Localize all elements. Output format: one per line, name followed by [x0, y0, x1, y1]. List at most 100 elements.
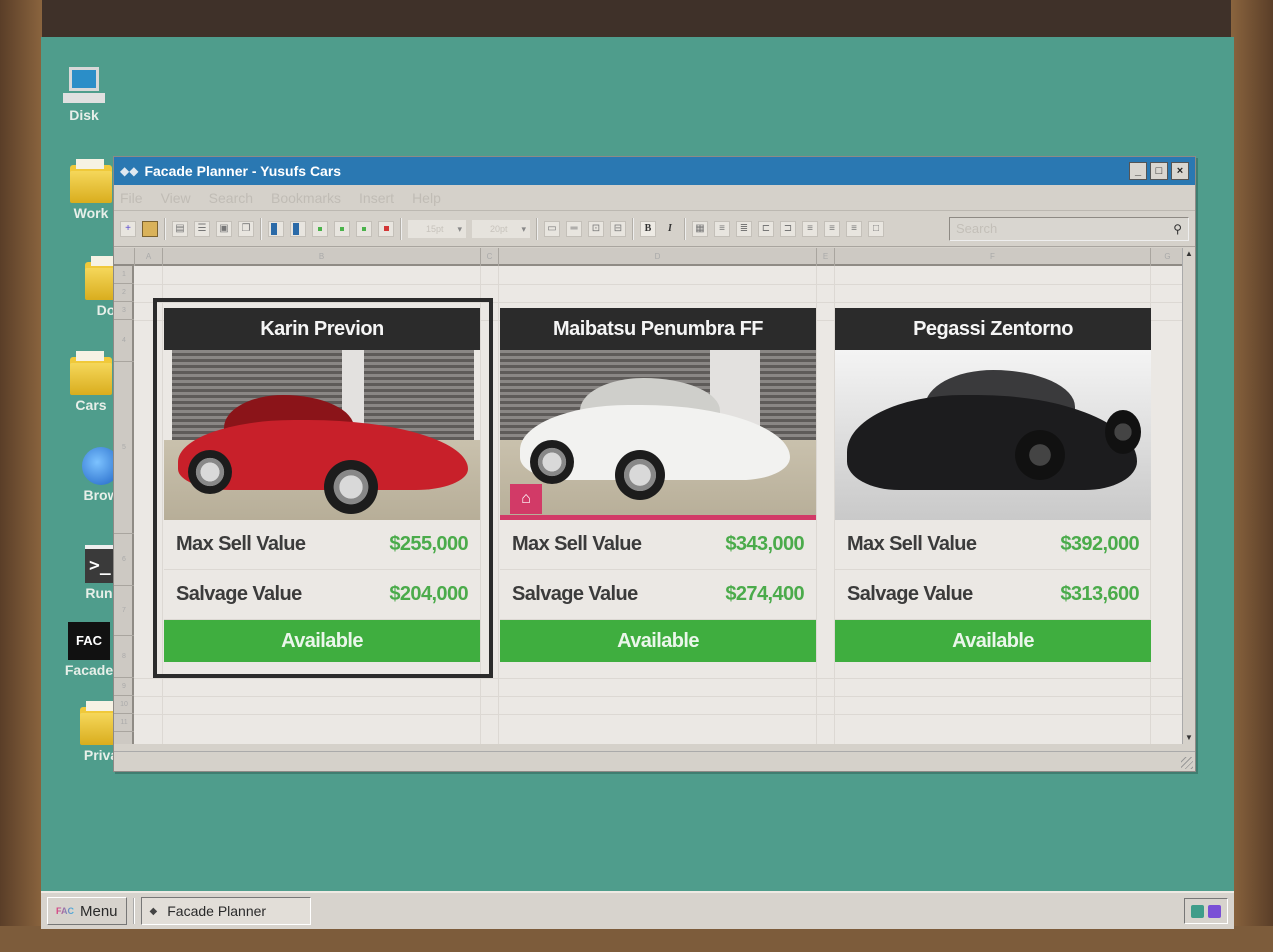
gridline — [134, 696, 1184, 697]
row-header[interactable]: 1 — [114, 266, 134, 284]
column-header-g[interactable]: G — [1150, 248, 1184, 266]
align-justify-icon[interactable]: ≣ — [736, 220, 752, 237]
network-icon[interactable] — [1191, 904, 1204, 918]
row-header[interactable]: 6 — [114, 534, 134, 586]
salvage-label: Salvage Value — [176, 583, 302, 605]
minimize-button[interactable]: _ — [1129, 162, 1147, 180]
text-box-icon[interactable]: □ — [868, 220, 884, 237]
align-left-icon[interactable]: ≡ — [714, 220, 730, 237]
max-sell-row: Max Sell Value $392,000 — [835, 520, 1151, 570]
border-horizontal-icon[interactable]: ⊟ — [610, 220, 626, 237]
column-header-b[interactable]: B — [162, 248, 480, 266]
menu-view[interactable]: View — [161, 190, 191, 206]
search-input[interactable] — [956, 221, 1174, 236]
italic-button[interactable]: I — [662, 221, 678, 237]
border-box-icon[interactable]: ▭ — [544, 220, 560, 237]
text-center-icon[interactable]: ≡ — [846, 220, 862, 237]
gridline — [816, 266, 817, 744]
paragraph-spacing-dropdown[interactable]: 20pt — [472, 219, 530, 238]
window-title: Facade Planner - Yusufs Cars — [144, 163, 342, 179]
maximize-button[interactable]: □ — [1150, 162, 1168, 180]
line-spacing-dropdown[interactable]: 15pt — [408, 219, 466, 238]
indent-left-icon[interactable]: ⊏ — [758, 220, 774, 237]
desktop-icon-disk[interactable]: Disk — [41, 67, 129, 123]
text-left-icon[interactable]: ≡ — [802, 220, 818, 237]
new-document-icon[interactable]: + — [120, 220, 136, 237]
monitor-bezel-top — [0, 0, 1273, 40]
insert-row-above-icon[interactable] — [334, 220, 350, 237]
row-header[interactable]: 10 — [114, 696, 134, 714]
column-header-e[interactable]: E — [816, 248, 834, 266]
status-badge[interactable]: Available — [835, 620, 1151, 662]
menu-help[interactable]: Help — [412, 190, 441, 206]
image-text-icon[interactable]: ▦ — [692, 220, 708, 237]
desktop-icon-label: Facade — [64, 662, 114, 678]
vertical-scrollbar[interactable]: ▲ ▼ — [1182, 248, 1195, 744]
column-header-d[interactable]: D — [498, 248, 816, 266]
max-sell-value: $343,000 — [725, 533, 804, 555]
gridline — [134, 284, 1184, 285]
row-header[interactable]: 8 — [114, 636, 134, 678]
monitor-bezel-right — [1231, 0, 1273, 952]
garage-indicator-bar — [500, 515, 816, 520]
border-outline-icon[interactable]: ⊡ — [588, 220, 604, 237]
car-card-pegassi-zentorno[interactable]: Pegassi Zentorno Max Sell Value $392,000… — [835, 308, 1151, 662]
row-header[interactable]: 11 — [114, 714, 134, 732]
taskbar-item-facade-planner[interactable]: ◆ Facade Planner — [140, 897, 311, 925]
salvage-value: $313,600 — [1060, 583, 1139, 605]
menu-insert[interactable]: Insert — [359, 190, 394, 206]
resize-grip-icon[interactable] — [1181, 757, 1193, 769]
title-bar[interactable]: ◆◆ Facade Planner - Yusufs Cars _ □ × — [114, 157, 1195, 185]
search-icon[interactable]: ⚲ — [1173, 222, 1182, 236]
status-badge[interactable]: Available — [500, 620, 816, 662]
row-header[interactable]: 3 — [114, 302, 134, 320]
page-icon[interactable]: ▤ — [172, 220, 188, 237]
start-menu-label: Menu — [80, 902, 118, 920]
menu-bookmarks[interactable]: Bookmarks — [271, 190, 341, 206]
indent-right-icon[interactable]: ⊐ — [780, 220, 796, 237]
monitor-bezel-bottom — [0, 926, 1273, 952]
display-icon[interactable] — [1208, 904, 1221, 918]
scroll-down-icon[interactable]: ▼ — [1183, 732, 1195, 744]
scroll-up-icon[interactable]: ▲ — [1183, 248, 1195, 260]
column-header-f[interactable]: F — [834, 248, 1150, 266]
car-card-karin-previon[interactable]: Karin Previon Max Sell Value $255,000 Sa… — [164, 308, 480, 662]
menu-file[interactable]: File — [120, 190, 143, 206]
bold-button[interactable]: B — [640, 220, 656, 237]
row-header[interactable]: 5 — [114, 362, 134, 534]
row-header[interactable]: 4 — [114, 320, 134, 362]
car-body — [847, 395, 1137, 490]
insert-column-right-icon[interactable] — [290, 220, 306, 237]
car-name: Maibatsu Penumbra FF — [500, 308, 816, 350]
salvage-row: Salvage Value $204,000 — [164, 570, 480, 620]
car-card-maibatsu-penumbra-ff[interactable]: Maibatsu Penumbra FF ⌂ Max Sell Value $3… — [500, 308, 816, 662]
page-lines-icon[interactable]: ☰ — [194, 220, 210, 237]
column-header-a[interactable]: A — [134, 248, 162, 266]
close-button[interactable]: × — [1171, 162, 1189, 180]
car-photo — [164, 350, 480, 520]
row-header[interactable]: 2 — [114, 284, 134, 302]
border-middle-icon[interactable]: ═ — [566, 220, 582, 237]
row-header[interactable]: 9 — [114, 678, 134, 696]
row-header[interactable]: 7 — [114, 586, 134, 636]
folder-icon — [70, 351, 112, 395]
insert-column-left-icon[interactable] — [268, 220, 284, 237]
start-menu-button[interactable]: FAC Menu — [47, 897, 127, 925]
add-cell-icon[interactable] — [312, 220, 328, 237]
insert-row-below-icon[interactable] — [356, 220, 372, 237]
status-bar — [114, 751, 1195, 771]
toolbar-separator — [632, 217, 634, 240]
taskbar-separator — [132, 898, 135, 924]
text-right-icon[interactable]: ≡ — [824, 220, 840, 237]
max-sell-row: Max Sell Value $255,000 — [164, 520, 480, 570]
save-icon[interactable] — [142, 220, 158, 237]
copy-icon[interactable]: ❐ — [238, 220, 254, 237]
column-header-c[interactable]: C — [480, 248, 498, 266]
delete-cell-icon[interactable] — [378, 220, 394, 237]
page-image-icon[interactable]: ▣ — [216, 220, 232, 237]
system-tray — [1184, 898, 1228, 924]
salvage-row: Salvage Value $313,600 — [835, 570, 1151, 620]
status-badge[interactable]: Available — [164, 620, 480, 662]
taskbar: FAC Menu ◆ Facade Planner — [41, 891, 1234, 929]
menu-search[interactable]: Search — [209, 190, 253, 206]
